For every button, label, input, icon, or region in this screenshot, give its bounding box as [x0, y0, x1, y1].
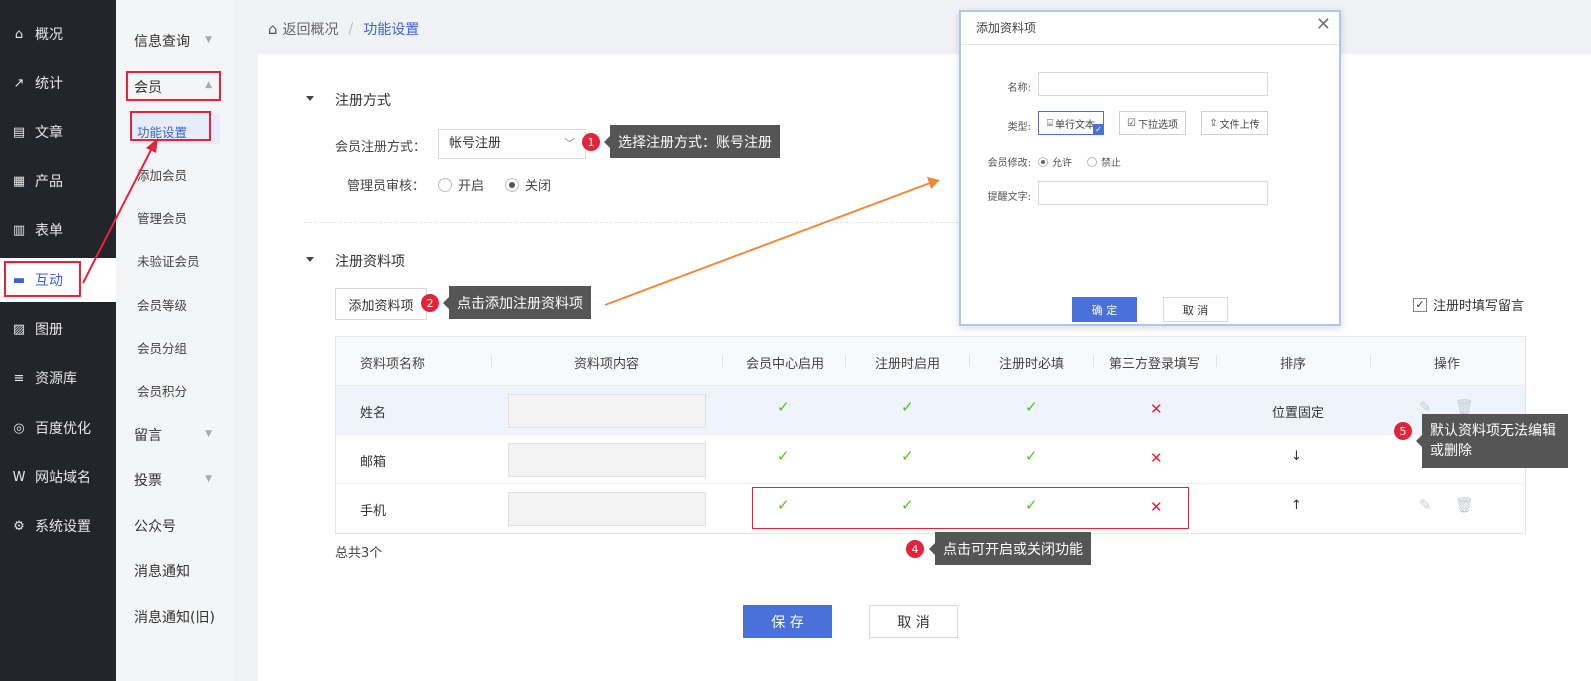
dialog-divider	[961, 44, 1339, 45]
checkbox-icon: ☑	[1127, 117, 1136, 129]
add-field-dialog: 添加资料项 ✕ 名称: 类型: ⌸ 单行文本 ✓ ☑ 下拉选项 ⇪ 文件上传 会员修改…	[959, 10, 1341, 326]
dialog-type-label: 类型:	[1007, 122, 1031, 133]
edit-deny-radio[interactable]: 禁止	[1087, 154, 1121, 169]
type-dropdown-label: 下拉选项	[1137, 119, 1178, 131]
type-single-line-button[interactable]: ⌸ 单行文本 ✓	[1038, 111, 1104, 135]
edit-allow-label: 允许	[1052, 158, 1072, 169]
type-single-line-label: 单行文本	[1055, 119, 1095, 131]
dialog-hint-input[interactable]	[1038, 181, 1268, 205]
dialog-hint-label: 提醒文字:	[987, 192, 1031, 203]
edit-deny-label: 禁止	[1101, 158, 1121, 169]
annotation-arrow-orange	[604, 182, 931, 306]
close-icon[interactable]: ✕	[1316, 14, 1331, 35]
dialog-edit-label: 会员修改:	[987, 158, 1031, 169]
dialog-cancel-button[interactable]: 取 消	[1163, 297, 1228, 322]
selected-check-icon: ✓	[1093, 124, 1104, 135]
dialog-name-label: 名称:	[1007, 83, 1031, 94]
annotation-arrow-red	[82, 147, 153, 284]
upload-icon: ⇪	[1209, 117, 1218, 129]
radio-circle	[1087, 156, 1097, 167]
radio-circle-checked	[1038, 156, 1048, 167]
text-icon: ⌸	[1047, 117, 1053, 129]
annotation-arrows	[82, 138, 940, 306]
type-upload-button[interactable]: ⇪ 文件上传	[1201, 111, 1268, 135]
type-dropdown-button[interactable]: ☑ 下拉选项	[1119, 111, 1186, 135]
edit-allow-radio[interactable]: 允许	[1038, 154, 1072, 169]
type-upload-label: 文件上传	[1219, 119, 1260, 131]
arrowhead-red-icon	[146, 138, 158, 153]
dialog-ok-button[interactable]: 确 定	[1072, 297, 1137, 322]
dialog-name-input[interactable]	[1038, 72, 1268, 96]
dialog-title: 添加资料项	[976, 21, 1037, 35]
